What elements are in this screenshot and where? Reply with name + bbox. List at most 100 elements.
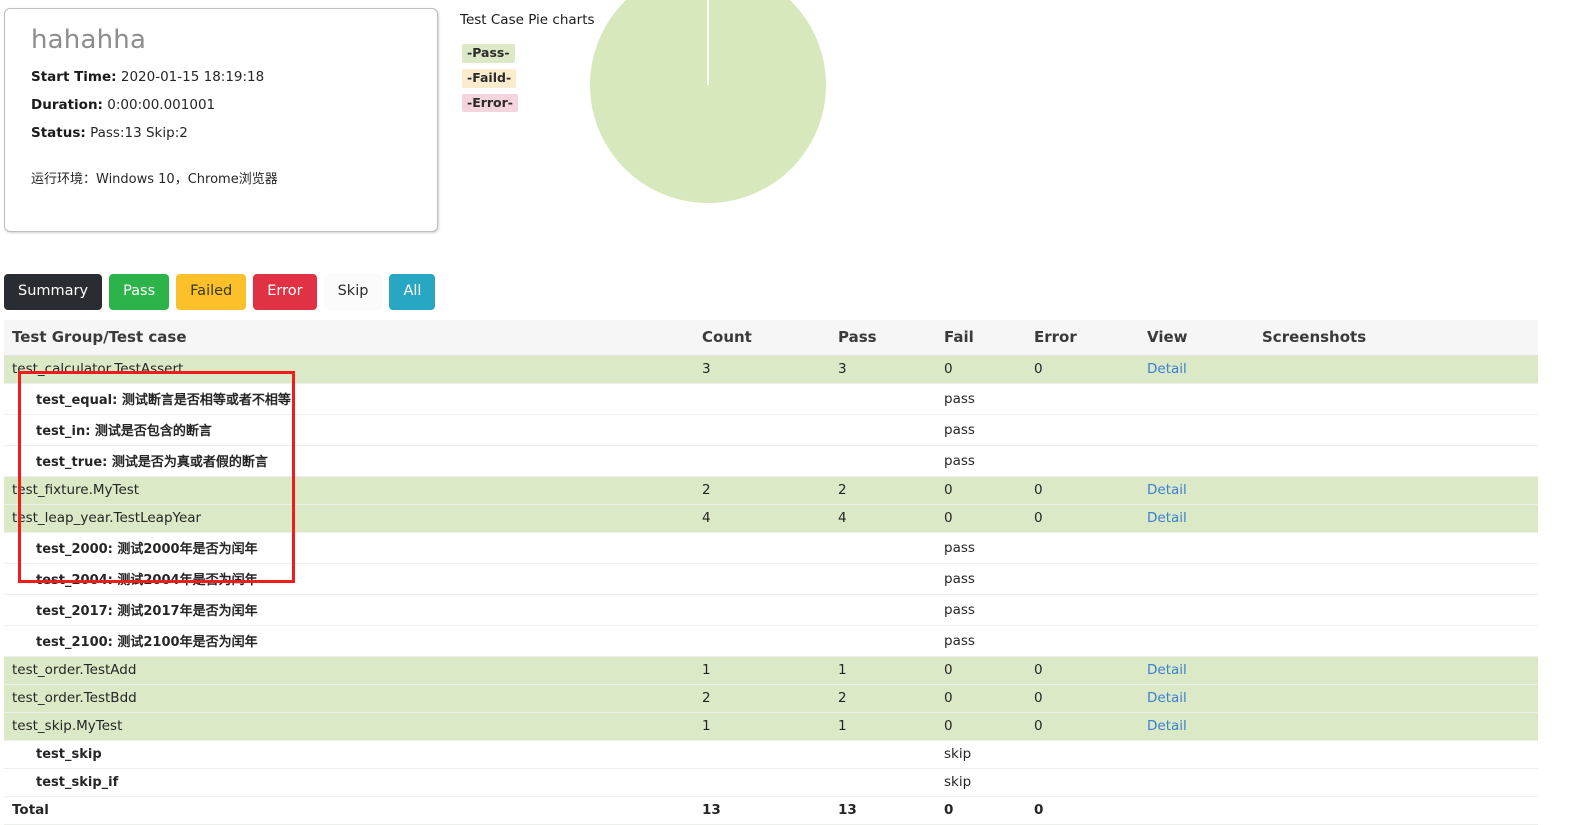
view-cell <box>1139 414 1254 446</box>
detail-link[interactable]: Detail <box>1147 662 1187 678</box>
duration-label: Duration: <box>31 96 103 113</box>
duration-row: Duration: 0:00:00.001001 <box>31 97 421 114</box>
group-name-cell: test_calculator.TestAssert <box>4 355 694 384</box>
filter-button-failed[interactable]: Failed <box>176 274 247 310</box>
detail-link[interactable]: Detail <box>1147 482 1187 498</box>
table-row-total: Total 13 13 0 0 <box>4 796 1538 825</box>
detail-link[interactable]: Detail <box>1147 718 1187 734</box>
column-header-screenshots: Screenshots <box>1254 320 1538 356</box>
screenshots-cell <box>1254 594 1538 626</box>
pass-cell <box>830 740 936 769</box>
table-row-group[interactable]: test_skip.MyTest 1 1 0 0 Detail <box>4 712 1538 741</box>
count-cell <box>694 768 830 797</box>
count-cell: 4 <box>694 504 830 533</box>
table-row-case[interactable]: test_2000: 测试2000年是否为闰年 pass <box>4 532 1538 564</box>
column-header-pass: Pass <box>830 320 936 356</box>
results-table-body: test_calculator.TestAssert 3 3 0 0 Detail test… <box>4 355 1538 825</box>
detail-link[interactable]: Detail <box>1147 690 1187 706</box>
view-cell <box>1139 740 1254 769</box>
fail-cell: 0 <box>936 656 1026 685</box>
total-view-cell <box>1139 796 1254 825</box>
table-header-row: Test Group/Test case Count Pass Fail Err… <box>4 320 1538 356</box>
screenshots-cell <box>1254 625 1538 657</box>
pass-cell <box>830 768 936 797</box>
total-pass-cell: 13 <box>830 796 936 825</box>
screenshots-cell <box>1254 476 1538 505</box>
screenshots-cell <box>1254 656 1538 685</box>
table-row-group[interactable]: test_leap_year.TestLeapYear 4 4 0 0 Detail <box>4 504 1538 533</box>
table-row-group[interactable]: test_order.TestAdd 1 1 0 0 Detail <box>4 656 1538 685</box>
total-fail-cell: 0 <box>936 796 1026 825</box>
pass-cell: 2 <box>830 684 936 713</box>
view-cell <box>1139 445 1254 477</box>
case-name-cell: test_2017: 测试2017年是否为闰年 <box>4 594 694 626</box>
table-row-case[interactable]: test_true: 测试是否为真或者假的断言 pass <box>4 445 1538 477</box>
count-cell <box>694 383 830 415</box>
table-row-case[interactable]: test_skip_if skip <box>4 768 1538 797</box>
pass-cell <box>830 625 936 657</box>
case-name-cell: test_2000: 测试2000年是否为闰年 <box>4 532 694 564</box>
count-cell: 3 <box>694 355 830 384</box>
screenshots-cell <box>1254 712 1538 741</box>
case-name-cell: test_equal: 测试断言是否相等或者不相等 <box>4 383 694 415</box>
count-cell <box>694 414 830 446</box>
view-cell <box>1139 383 1254 415</box>
filter-button-summary[interactable]: Summary <box>4 274 103 310</box>
pass-cell <box>830 414 936 446</box>
error-cell: 0 <box>1026 504 1139 533</box>
view-cell <box>1139 768 1254 797</box>
table-row-case[interactable]: test_2004: 测试2004年是否为闰年 pass <box>4 563 1538 595</box>
fail-cell: 0 <box>936 355 1026 384</box>
total-screenshots-cell <box>1254 796 1538 825</box>
error-cell: 0 <box>1026 476 1139 505</box>
status-badge: pass <box>936 383 1026 415</box>
pie-legend-item-error: -Error- <box>462 93 518 113</box>
table-row-group[interactable]: test_calculator.TestAssert 3 3 0 0 Detail <box>4 355 1538 384</box>
error-cell <box>1026 768 1139 797</box>
table-row-case[interactable]: test_in: 测试是否包含的断言 pass <box>4 414 1538 446</box>
count-cell <box>694 563 830 595</box>
pass-cell: 2 <box>830 476 936 505</box>
screenshots-cell <box>1254 445 1538 477</box>
table-row-case[interactable]: test_2017: 测试2017年是否为闰年 pass <box>4 594 1538 626</box>
table-row-group[interactable]: test_order.TestBdd 2 2 0 0 Detail <box>4 684 1538 713</box>
case-name-cell: test_skip_if <box>4 768 694 797</box>
screenshots-cell <box>1254 383 1538 415</box>
screenshots-cell <box>1254 684 1538 713</box>
filter-button-all[interactable]: All <box>389 274 436 310</box>
case-name-cell: test_true: 测试是否为真或者假的断言 <box>4 445 694 477</box>
page-title: hahahha <box>31 25 147 55</box>
filter-button-pass[interactable]: Pass <box>109 274 170 310</box>
column-header-error: Error <box>1026 320 1139 356</box>
filter-button-bar: Summary Pass Failed Error Skip All <box>4 274 436 310</box>
table-row-case[interactable]: test_equal: 测试断言是否相等或者不相等 pass <box>4 383 1538 415</box>
start-time-label: Start Time: <box>31 69 117 85</box>
table-row-group[interactable]: test_fixture.MyTest 2 2 0 0 Detail <box>4 476 1538 505</box>
detail-link[interactable]: Detail <box>1147 361 1187 377</box>
case-name-cell: test_skip <box>4 740 694 769</box>
case-name-cell: test_2004: 测试2004年是否为闰年 <box>4 563 694 595</box>
view-cell: Detail <box>1139 355 1254 384</box>
view-cell <box>1139 563 1254 595</box>
count-cell: 1 <box>694 712 830 741</box>
pie-chart-block: Test Case Pie charts -Pass- -Faild- -Error… <box>458 0 878 250</box>
error-cell <box>1026 740 1139 769</box>
status-badge[interactable]: skip <box>936 740 1026 769</box>
screenshots-cell <box>1254 355 1538 384</box>
error-cell: 0 <box>1026 684 1139 713</box>
screenshots-cell <box>1254 563 1538 595</box>
error-cell <box>1026 383 1139 415</box>
count-cell <box>694 740 830 769</box>
total-count-cell: 13 <box>694 796 830 825</box>
count-cell <box>694 594 830 626</box>
table-row-case[interactable]: test_skip skip <box>4 740 1538 769</box>
filter-button-skip[interactable]: Skip <box>323 274 383 310</box>
filter-button-error[interactable]: Error <box>253 274 317 310</box>
count-cell: 2 <box>694 684 830 713</box>
status-badge[interactable]: skip <box>936 768 1026 797</box>
screenshots-cell <box>1254 504 1538 533</box>
screenshots-cell <box>1254 768 1538 797</box>
group-name-cell: test_leap_year.TestLeapYear <box>4 504 694 533</box>
detail-link[interactable]: Detail <box>1147 510 1187 526</box>
table-row-case[interactable]: test_2100: 测试2100年是否为闰年 pass <box>4 625 1538 657</box>
